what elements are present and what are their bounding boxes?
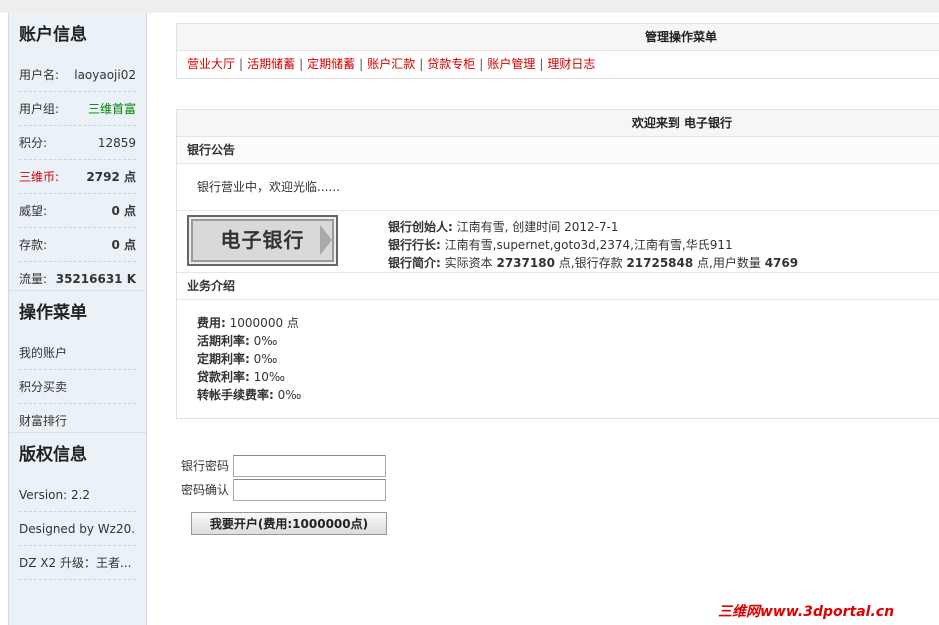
notice-text: 银行营业中，欢迎光临...... [177, 164, 939, 211]
brief-text-3: 点,用户数量 [697, 256, 761, 270]
points-trade-link[interactable]: 积分买卖 [19, 370, 67, 403]
bank-logo: 电子银行 [187, 215, 338, 266]
nav-separator: | [419, 57, 424, 71]
nav-separator: | [239, 57, 244, 71]
demand-rate-label: 活期利率: [197, 334, 250, 348]
top-bar [0, 0, 939, 13]
nav-title: 管理操作菜单 [177, 24, 939, 51]
password-label: 银行密码 [181, 459, 230, 473]
fee-label: 费用: [197, 316, 226, 330]
intro-heading: 业务介绍 [177, 273, 939, 300]
founder-label: 银行创始人: [388, 220, 453, 234]
account-row-coins: 三维币: 2792 点 [19, 160, 136, 194]
menu-item-my-account[interactable]: 我的账户 [19, 336, 136, 370]
nav-item-fixed-savings[interactable]: 定期储蓄 [307, 57, 355, 71]
fixed-rate-label: 定期利率: [197, 352, 250, 366]
loan-rate-line: 贷款利率: 10‰ [197, 368, 939, 386]
confirm-password-input[interactable] [233, 478, 386, 501]
bank-details: 银行创始人: 江南有雪, 创建时间 2012-7-1 银行行长: 江南有雪,su… [388, 218, 798, 272]
logo-arrow-icon [320, 225, 332, 255]
nav-separator: | [299, 57, 304, 71]
demand-rate-line: 活期利率: 0‰ [197, 332, 939, 350]
password-row: 银行密码 [181, 454, 387, 477]
prestige-value: 0 点 [111, 204, 136, 218]
bank-info: 电子银行 银行创始人: 江南有雪, 创建时间 2012-7-1 银行行长: 江南… [177, 211, 939, 273]
bank-password-input[interactable] [233, 454, 386, 477]
brief-capital: 2737180 [496, 256, 555, 270]
fixed-rate-line: 定期利率: 0‰ [197, 350, 939, 368]
copyright-version: Version: 2.2 [19, 478, 136, 512]
fee-value: 1000000 点 [229, 316, 299, 330]
transfer-fee-value: 0‰ [277, 388, 302, 402]
upgrade-text: DZ X2 升级：王者... [19, 556, 132, 570]
nav-item-finance-log[interactable]: 理财日志 [547, 57, 595, 71]
points-value: 12859 [97, 136, 136, 150]
confirm-label: 密码确认 [181, 483, 230, 497]
founder-value: 江南有雪, 创建时间 2012-7-1 [456, 220, 619, 234]
president-line: 银行行长: 江南有雪,supernet,goto3d,2374,江南有雪,华氏9… [388, 236, 798, 254]
account-row-group: 用户组: 三维首富 [19, 92, 136, 126]
main-content: 管理操作菜单 营业大厅 | 活期储蓄 | 定期储蓄 | 账户汇款 | 贷款专柜 | 账户管理 | 理财日… [176, 23, 939, 419]
group-label: 用户组: [19, 102, 60, 116]
open-account-button[interactable]: 我要开户(费用:1000000点) [191, 512, 387, 535]
president-value: 江南有雪,supernet,goto3d,2374,江南有雪,华氏911 [444, 238, 733, 252]
group-value: 三维首富 [87, 102, 136, 116]
president-label: 银行行长: [388, 238, 441, 252]
brief-text-1: 实际资本 [444, 256, 493, 270]
brief-text-2: 点,银行存款 [558, 256, 623, 270]
username-value: laoyaoji02 [74, 68, 136, 82]
deposit-value: 0 点 [111, 238, 136, 252]
open-account-form: 银行密码 密码确认 我要开户(费用:1000000点) [181, 454, 387, 535]
nav-box: 管理操作菜单 营业大厅 | 活期储蓄 | 定期储蓄 | 账户汇款 | 贷款专柜 | 账户管理 | 理财日… [176, 23, 939, 79]
welcome-box: 欢迎来到 电子银行 银行公告 银行营业中，欢迎光临...... 电子银行 银行创… [176, 109, 939, 419]
nav-item-account-manage[interactable]: 账户管理 [487, 57, 535, 71]
account-info-title: 账户信息 [19, 25, 87, 45]
brief-deposit: 21725848 [626, 256, 694, 270]
transfer-fee-label: 转帐手续费率: [197, 388, 274, 402]
fee-line: 费用: 1000000 点 [197, 314, 939, 332]
loan-rate-value: 10‰ [253, 370, 286, 384]
deposit-label: 存款: [19, 238, 48, 252]
version-text: Version: 2.2 [19, 488, 91, 502]
nav-separator: | [359, 57, 364, 71]
coins-label: 三维币: [19, 170, 60, 184]
brief-label: 银行简介: [388, 256, 441, 270]
sidebar: 账户信息 用户名: laoyaoji02 用户组: 三维首富 积分: 12859… [8, 13, 147, 625]
nav-item-demand-savings[interactable]: 活期储蓄 [247, 57, 295, 71]
copyright-upgrade: DZ X2 升级：王者... [19, 546, 136, 580]
account-row-username: 用户名: laoyaoji02 [19, 58, 136, 92]
account-row-points: 积分: 12859 [19, 126, 136, 160]
notice-heading: 银行公告 [177, 137, 939, 164]
menu-title: 操作菜单 [19, 303, 87, 323]
account-row-prestige: 威望: 0 点 [19, 194, 136, 228]
points-label: 积分: [19, 136, 48, 150]
founder-line: 银行创始人: 江南有雪, 创建时间 2012-7-1 [388, 218, 798, 236]
nav-separator: | [479, 57, 484, 71]
fixed-rate-value: 0‰ [253, 352, 278, 366]
loan-rate-label: 贷款利率: [197, 370, 250, 384]
confirm-row: 密码确认 [181, 478, 387, 501]
welcome-title: 欢迎来到 电子银行 [177, 110, 939, 137]
prestige-label: 威望: [19, 204, 48, 218]
copyright-designer: Designed by Wz20... [19, 512, 136, 546]
nav-item-loans[interactable]: 贷款专柜 [427, 57, 475, 71]
site-watermark: 三维网www.3dportal.cn [718, 604, 895, 620]
business-intro: 费用: 1000000 点 活期利率: 0‰ 定期利率: 0‰ 贷款利率: 10… [177, 300, 939, 418]
brief-line: 银行简介: 实际资本 2737180 点,银行存款 21725848 点,用户数… [388, 254, 798, 272]
brief-users: 4769 [764, 256, 799, 270]
username-label: 用户名: [19, 68, 60, 82]
my-account-link[interactable]: 我的账户 [19, 336, 67, 369]
menu-item-points-trade[interactable]: 积分买卖 [19, 370, 136, 404]
copyright-title: 版权信息 [19, 445, 87, 465]
nav-menu: 营业大厅 | 活期储蓄 | 定期储蓄 | 账户汇款 | 贷款专柜 | 账户管理 | 理财日志 [177, 51, 939, 78]
demand-rate-value: 0‰ [253, 334, 278, 348]
account-row-deposit: 存款: 0 点 [19, 228, 136, 262]
nav-item-hall[interactable]: 营业大厅 [187, 57, 235, 71]
transfer-fee-line: 转帐手续费率: 0‰ [197, 386, 939, 404]
nav-separator: | [539, 57, 544, 71]
nav-item-remittance[interactable]: 账户汇款 [367, 57, 415, 71]
bank-logo-text: 电子银行 [220, 228, 305, 252]
coins-value: 2792 点 [86, 170, 136, 184]
designer-text: Designed by Wz20... [19, 522, 136, 536]
